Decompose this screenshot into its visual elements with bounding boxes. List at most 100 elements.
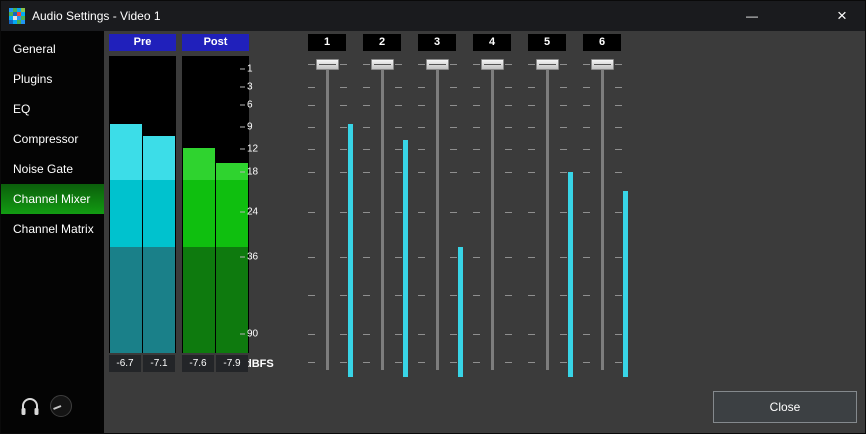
- fader-tick: [418, 64, 425, 65]
- fader-tick: [340, 105, 347, 106]
- sidebar-item-compressor[interactable]: Compressor: [1, 124, 104, 154]
- channel-fader: [575, 58, 630, 379]
- fader-handle[interactable]: [316, 59, 339, 70]
- post-level-meter: [182, 56, 249, 353]
- fader-tick: [583, 105, 590, 106]
- fader-tick: [395, 105, 402, 106]
- scale-mark-9: 9: [240, 122, 253, 133]
- minimize-icon[interactable]: —: [729, 1, 775, 31]
- fader-tick: [418, 295, 425, 296]
- fader-tick: [340, 64, 347, 65]
- fader-tick: [363, 64, 370, 65]
- fader-track[interactable]: [326, 60, 329, 370]
- scale-mark-36: 36: [240, 252, 258, 263]
- close-window-icon[interactable]: ×: [819, 1, 865, 31]
- channel-number: 3: [418, 34, 456, 51]
- fader-tick: [418, 127, 425, 128]
- fader-tick: [560, 362, 567, 363]
- fader-tick: [505, 149, 512, 150]
- fader-tick: [560, 334, 567, 335]
- scale-tick: [240, 257, 245, 258]
- fader-tick: [583, 295, 590, 296]
- fader-handle[interactable]: [536, 59, 559, 70]
- fader-tick: [363, 172, 370, 173]
- fader-tick: [528, 64, 535, 65]
- fader-tick: [418, 149, 425, 150]
- sidebar-item-channel-matrix[interactable]: Channel Matrix: [1, 214, 104, 244]
- scale-number: 6: [247, 100, 253, 111]
- sidebar-item-plugins[interactable]: Plugins: [1, 64, 104, 94]
- fader-tick: [528, 105, 535, 106]
- dbfs-unit-label: dBFS: [245, 356, 274, 373]
- sidebar-item-eq[interactable]: EQ: [1, 94, 104, 124]
- fader-tick: [505, 105, 512, 106]
- fader-handle[interactable]: [591, 59, 614, 70]
- channel-number: 2: [363, 34, 401, 51]
- fader-track[interactable]: [381, 60, 384, 370]
- fader-tick: [450, 334, 457, 335]
- fader-tick: [340, 172, 347, 173]
- fader-tick: [505, 362, 512, 363]
- fader-tick: [473, 257, 480, 258]
- fader-tick: [505, 87, 512, 88]
- headphones-icon[interactable]: [19, 395, 41, 417]
- fader-tick: [615, 257, 622, 258]
- fader-tick: [615, 87, 622, 88]
- channel-fader: [300, 58, 355, 379]
- volume-knob[interactable]: [49, 394, 73, 418]
- fader-tick: [395, 127, 402, 128]
- fader-tick: [363, 295, 370, 296]
- fader-tick: [560, 257, 567, 258]
- fader-tick: [615, 295, 622, 296]
- fader-tick: [418, 105, 425, 106]
- channel-fader: [520, 58, 575, 379]
- fader-tick: [450, 257, 457, 258]
- fader-track[interactable]: [546, 60, 549, 370]
- sidebar-item-noise-gate[interactable]: Noise Gate: [1, 154, 104, 184]
- fader-tick: [473, 334, 480, 335]
- fader-track[interactable]: [436, 60, 439, 370]
- fader-tick: [363, 87, 370, 88]
- fader-tick: [528, 149, 535, 150]
- fader-tick: [395, 212, 402, 213]
- audio-settings-window: Audio Settings - Video 1 — × GeneralPlug…: [0, 0, 866, 434]
- fader-tick: [528, 212, 535, 213]
- scale-tick: [240, 105, 245, 106]
- fader-tick: [583, 212, 590, 213]
- fader-track[interactable]: [491, 60, 494, 370]
- fader-tick: [505, 334, 512, 335]
- fader-handle[interactable]: [371, 59, 394, 70]
- app-icon: [9, 8, 25, 24]
- sidebar-item-channel-mixer[interactable]: Channel Mixer: [1, 184, 104, 214]
- fader-tick: [505, 212, 512, 213]
- fader-tick: [418, 87, 425, 88]
- fader-tick: [615, 362, 622, 363]
- close-button[interactable]: Close: [713, 391, 857, 423]
- fader-tick: [340, 127, 347, 128]
- scale-mark-6: 6: [240, 100, 253, 111]
- fader-tick: [340, 212, 347, 213]
- scale-number: 3: [247, 82, 253, 93]
- channel-5: 5: [520, 34, 575, 384]
- fader-tick: [308, 149, 315, 150]
- fader-tick: [615, 149, 622, 150]
- fader-tick: [450, 295, 457, 296]
- sidebar-item-general[interactable]: General: [1, 34, 104, 64]
- fader-tick: [473, 362, 480, 363]
- fader-handle[interactable]: [481, 59, 504, 70]
- fader-tick: [528, 295, 535, 296]
- fader-tick: [340, 257, 347, 258]
- fader-tick: [583, 334, 590, 335]
- fader-handle[interactable]: [426, 59, 449, 70]
- window-title: Audio Settings - Video 1: [32, 9, 161, 23]
- scale-tick: [240, 212, 245, 213]
- fader-track[interactable]: [601, 60, 604, 370]
- scale-mark-18: 18: [240, 167, 258, 178]
- titlebar: Audio Settings - Video 1 — ×: [1, 1, 865, 31]
- fader-tick: [308, 64, 315, 65]
- fader-tick: [583, 127, 590, 128]
- fader-tick: [308, 362, 315, 363]
- channel-level-meter: [458, 247, 463, 377]
- fader-tick: [505, 64, 512, 65]
- fader-tick: [418, 172, 425, 173]
